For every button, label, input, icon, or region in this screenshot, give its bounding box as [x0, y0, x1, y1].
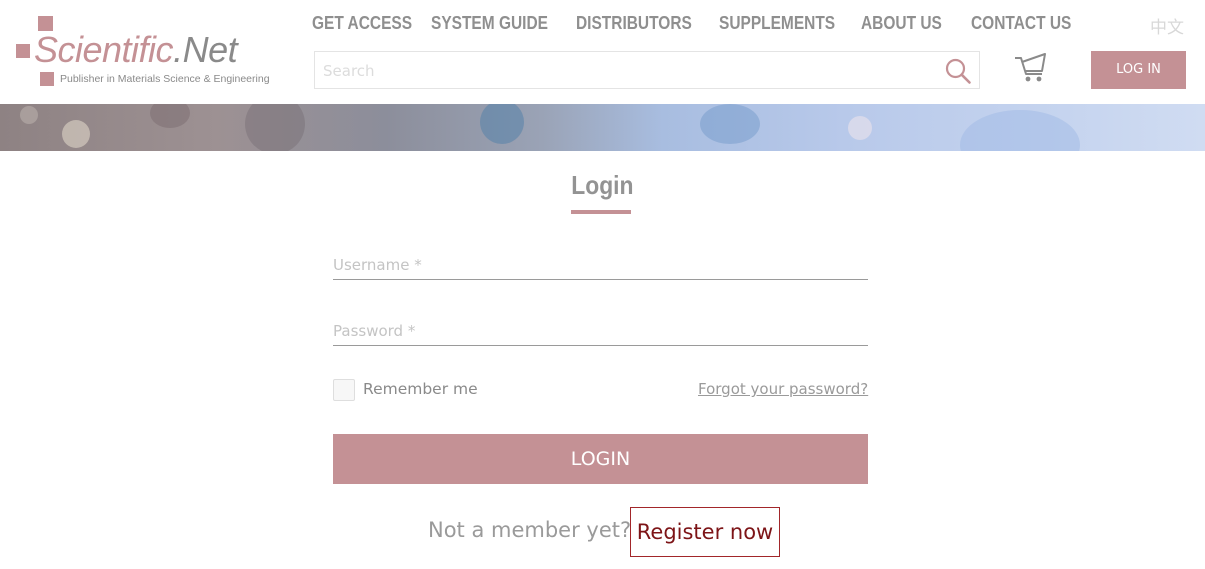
username-input[interactable]	[333, 250, 868, 279]
nav-supplements[interactable]: SUPPLEMENTS	[719, 13, 835, 34]
banner-bokeh	[150, 104, 190, 128]
password-field	[333, 316, 868, 346]
site-logo[interactable]: Scientific.Net Publisher in Materials Sc…	[14, 14, 276, 90]
banner-bokeh	[20, 106, 38, 124]
page-title: Login	[571, 170, 634, 200]
nav-get-access[interactable]: GET ACCESS	[312, 13, 412, 34]
logo-square-left	[16, 44, 30, 58]
logo-square-bottom	[40, 72, 54, 86]
nav-about-us[interactable]: ABOUT US	[861, 13, 942, 34]
banner-bokeh	[960, 110, 1080, 151]
password-input[interactable]	[333, 316, 868, 345]
login-submit-button[interactable]: LOGIN	[333, 434, 868, 484]
username-field	[333, 250, 868, 280]
banner-bokeh	[480, 104, 524, 144]
title-underline	[571, 210, 631, 214]
hero-banner-image	[0, 104, 1205, 151]
banner-bokeh	[245, 104, 305, 151]
header-login-button[interactable]: LOG IN	[1091, 51, 1186, 89]
logo-tagline: Publisher in Materials Science & Enginee…	[60, 73, 270, 85]
search-icon[interactable]	[944, 57, 972, 85]
banner-bokeh	[62, 120, 90, 148]
nav-system-guide[interactable]: SYSTEM GUIDE	[431, 13, 548, 34]
nav-contact-us[interactable]: CONTACT US	[971, 13, 1071, 34]
not-member-text: Not a member yet?	[428, 518, 632, 542]
register-now-link[interactable]: Register now	[630, 507, 780, 557]
nav-distributors[interactable]: DISTRIBUTORS	[576, 13, 692, 34]
banner-bokeh	[700, 104, 760, 144]
remember-me-checkbox[interactable]	[333, 379, 355, 401]
remember-me-label[interactable]: Remember me	[363, 380, 478, 398]
site-header: Scientific.Net Publisher in Materials Sc…	[0, 0, 1205, 104]
banner-bokeh	[848, 116, 872, 140]
search-box	[314, 51, 980, 89]
forgot-password-link[interactable]: Forgot your password?	[698, 380, 868, 398]
language-switch[interactable]: 中文	[1150, 13, 1184, 38]
cart-icon[interactable]	[1012, 50, 1050, 84]
search-input[interactable]	[323, 60, 923, 82]
logo-wordmark: Scientific.Net	[34, 29, 238, 70]
